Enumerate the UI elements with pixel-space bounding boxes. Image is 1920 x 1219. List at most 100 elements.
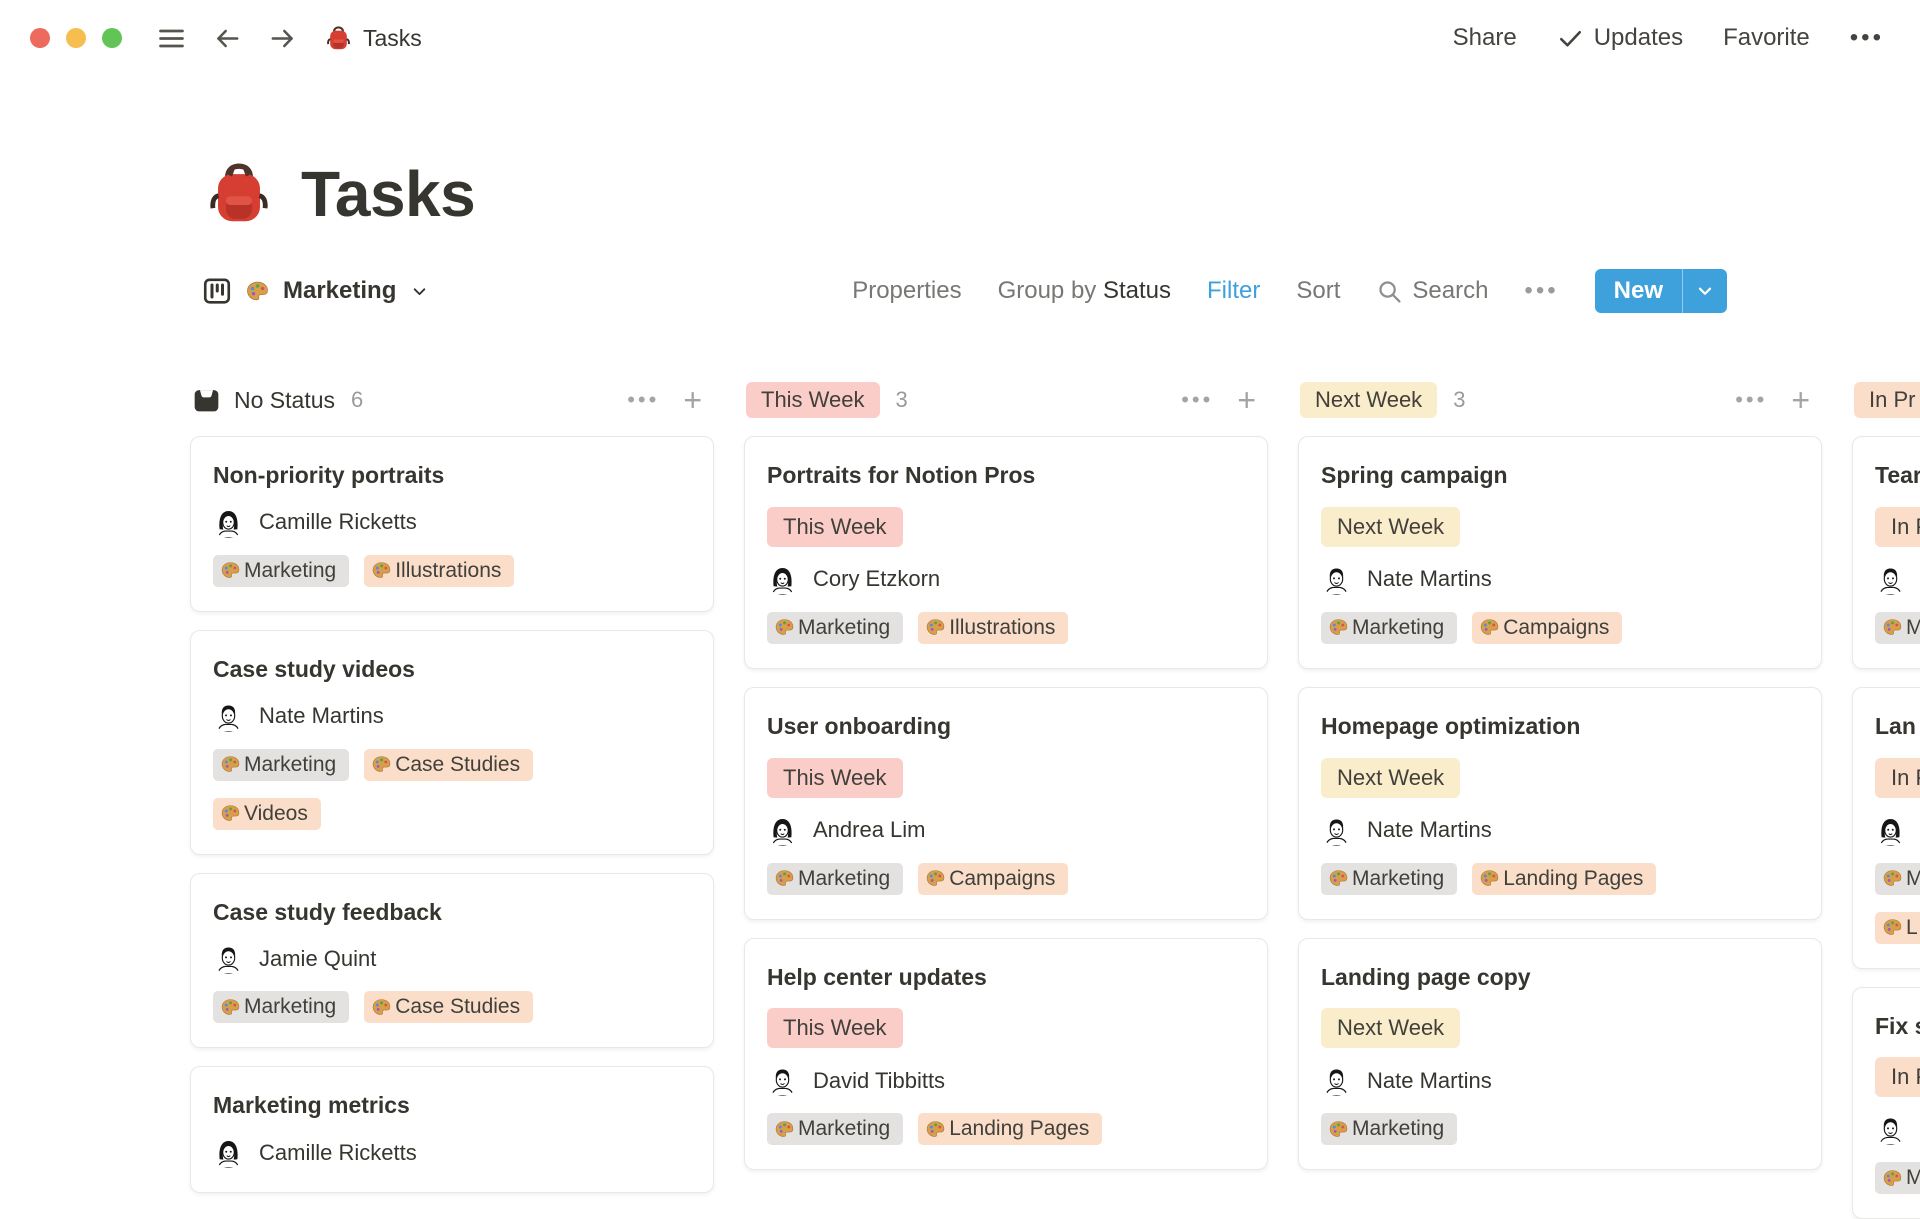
view-name: Marketing — [283, 277, 396, 305]
back-arrow-icon[interactable] — [213, 24, 242, 53]
tag-label: Marketing — [798, 616, 890, 640]
filter-button[interactable]: Filter — [1207, 277, 1260, 305]
view-switcher[interactable]: Marketing — [202, 276, 430, 306]
backpack-icon — [325, 25, 352, 52]
task-card[interactable]: Case study videosNate MartinsMarketingCa… — [190, 630, 714, 855]
sidebar-toggle-icon[interactable] — [156, 23, 187, 54]
task-card[interactable]: Homepage optimizationNext WeekNate Marti… — [1298, 687, 1822, 920]
card-status-row: Next Week — [1321, 1008, 1799, 1048]
card-status-row: In P — [1875, 507, 1920, 547]
column-title-label: No Status — [234, 387, 335, 414]
group-by-button[interactable]: Group by Status — [998, 277, 1171, 305]
search-button[interactable]: Search — [1376, 277, 1488, 305]
breadcrumb[interactable]: Tasks — [325, 25, 422, 52]
card-title: Help center updates — [767, 963, 1245, 992]
task-card[interactable]: Landing page copyNext WeekNate MartinsMa… — [1298, 938, 1822, 1171]
task-card[interactable]: TearIn PDM — [1852, 436, 1920, 669]
avatar — [213, 507, 244, 538]
palette-icon — [774, 868, 795, 889]
column-add-button[interactable]: + — [1237, 384, 1256, 416]
avatar — [1321, 1065, 1352, 1096]
card-title: Case study videos — [213, 655, 691, 684]
card-status-row: This Week — [767, 507, 1245, 547]
column-more-button[interactable]: ••• — [627, 387, 659, 413]
new-button-group: New — [1595, 269, 1727, 313]
minimize-window-button[interactable] — [66, 28, 86, 48]
column-more-button[interactable]: ••• — [1181, 387, 1213, 413]
page-title[interactable]: Tasks — [301, 154, 475, 234]
card-status-row: Next Week — [1321, 758, 1799, 798]
share-button[interactable]: Share — [1453, 24, 1517, 52]
task-card[interactable]: LanIn PCML — [1852, 687, 1920, 969]
palette-icon — [371, 754, 392, 775]
updates-button[interactable]: Updates — [1557, 24, 1683, 52]
chevron-down-icon — [1694, 280, 1716, 302]
column-add-button[interactable]: + — [683, 384, 702, 416]
window-topbar: Tasks Share Updates Favorite ••• — [0, 0, 1920, 76]
task-card[interactable]: Help center updatesThis WeekDavid Tibbit… — [744, 938, 1268, 1171]
column-header: In Pr•••+ — [1852, 380, 1920, 420]
column-status-pill[interactable]: In Pr — [1854, 382, 1920, 418]
inbox-icon — [192, 386, 221, 415]
new-dropdown-button[interactable] — [1683, 269, 1727, 313]
card-assignee: C — [1875, 815, 1920, 846]
tag-label: Marketing — [798, 1117, 890, 1141]
card-title: Homepage optimization — [1321, 712, 1799, 741]
properties-button[interactable]: Properties — [852, 277, 961, 305]
column-status-pill[interactable]: Next Week — [1300, 382, 1437, 418]
column-actions: ••• + — [1735, 384, 1810, 416]
page-backpack-icon[interactable] — [205, 160, 273, 228]
toolbar-more-button[interactable]: ••• — [1524, 277, 1558, 305]
tag-marketing: Marketing — [767, 863, 903, 895]
column-title[interactable]: No Status — [192, 386, 335, 415]
close-window-button[interactable] — [30, 28, 50, 48]
task-card[interactable]: Case study feedbackJamie QuintMarketingC… — [190, 873, 714, 1049]
column-more-button[interactable]: ••• — [1735, 387, 1767, 413]
palette-icon — [220, 754, 241, 775]
task-card[interactable]: Spring campaignNext WeekNate MartinsMark… — [1298, 436, 1822, 669]
palette-icon — [1882, 917, 1903, 938]
palette-icon — [774, 1119, 795, 1140]
palette-icon — [220, 997, 241, 1018]
column-actions: ••• + — [627, 384, 702, 416]
column-add-button[interactable]: + — [1791, 384, 1810, 416]
check-icon — [1557, 25, 1584, 52]
palette-icon — [1479, 617, 1500, 638]
card-tag-row: MarketingCase Studies — [213, 991, 691, 1023]
tag-label: Landing Pages — [949, 1117, 1089, 1141]
card-status-pill: In P — [1875, 1057, 1920, 1097]
favorite-button[interactable]: Favorite — [1723, 24, 1810, 52]
tag-l: L — [1875, 912, 1920, 944]
maximize-window-button[interactable] — [102, 28, 122, 48]
more-menu-button[interactable]: ••• — [1850, 26, 1884, 50]
tag-label: M — [1906, 867, 1920, 891]
assignee-name: David Tibbitts — [813, 1068, 945, 1094]
new-button[interactable]: New — [1595, 269, 1682, 313]
avatar — [1875, 564, 1906, 595]
search-icon — [1376, 278, 1403, 305]
task-card[interactable]: Marketing metricsCamille Ricketts — [190, 1066, 714, 1193]
column-count: 3 — [1453, 387, 1465, 413]
palette-icon — [1328, 868, 1349, 889]
column-status-pill[interactable]: This Week — [746, 382, 880, 418]
task-card[interactable]: Fix sIn PDM — [1852, 987, 1920, 1219]
card-title: Portraits for Notion Pros — [767, 461, 1245, 490]
card-status-row: In P — [1875, 758, 1920, 798]
avatar — [1321, 564, 1352, 595]
assignee-name: Nate Martins — [1367, 566, 1492, 592]
sort-button[interactable]: Sort — [1296, 277, 1340, 305]
forward-arrow-icon[interactable] — [268, 24, 297, 53]
task-card[interactable]: Non-priority portraitsCamille RickettsMa… — [190, 436, 714, 612]
palette-icon — [1479, 868, 1500, 889]
tag-marketing: Marketing — [213, 991, 349, 1023]
palette-icon — [220, 803, 241, 824]
tag-marketing: Marketing — [1321, 1113, 1457, 1145]
card-status-pill: Next Week — [1321, 1008, 1460, 1048]
tag-marketing: Marketing — [1321, 612, 1457, 644]
card-assignee: Nate Martins — [1321, 564, 1799, 595]
card-title: Landing page copy — [1321, 963, 1799, 992]
tag-label: M — [1906, 616, 1920, 640]
task-card[interactable]: User onboardingThis WeekAndrea LimMarket… — [744, 687, 1268, 920]
palette-icon — [1882, 1168, 1903, 1189]
task-card[interactable]: Portraits for Notion ProsThis WeekCory E… — [744, 436, 1268, 669]
